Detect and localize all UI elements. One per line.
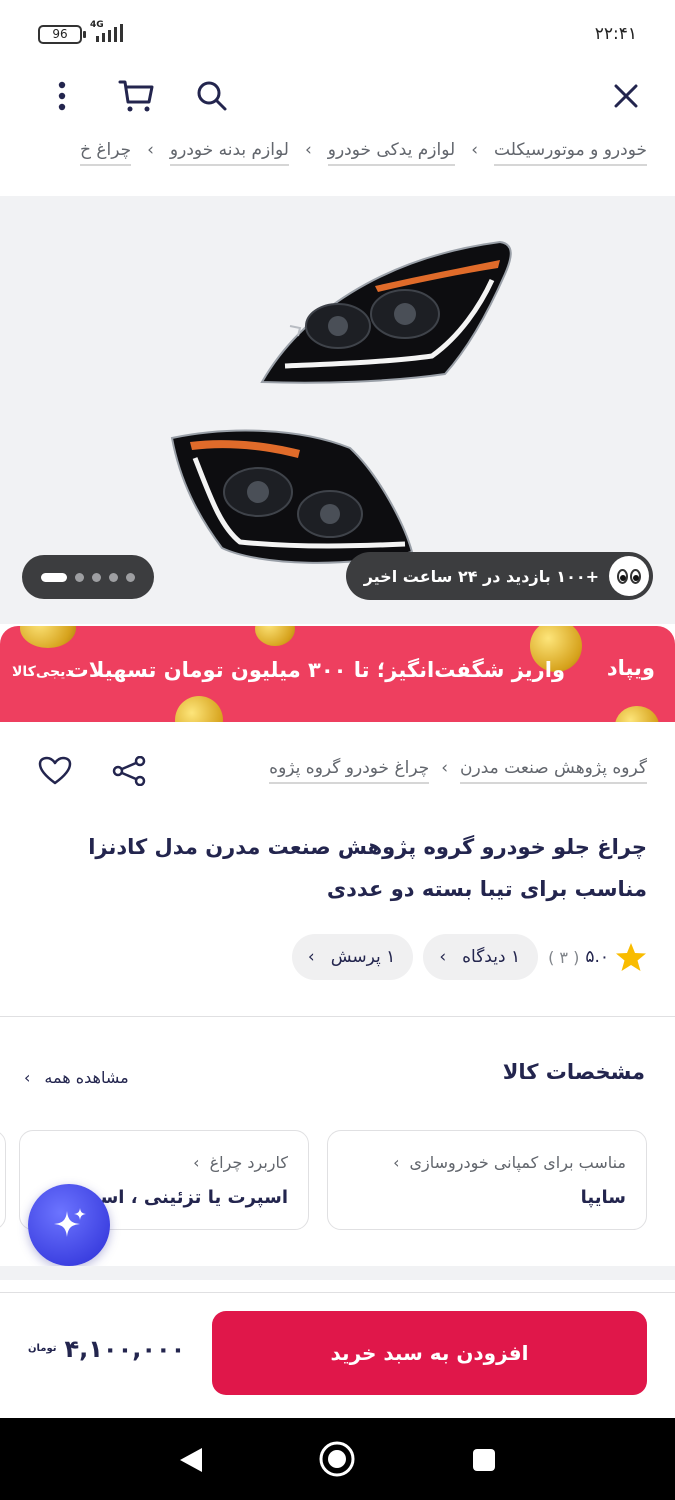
spec-card[interactable]: مناسب برای کمپانی خودروسازی › سایپا bbox=[327, 1130, 647, 1230]
see-all-label: مشاهده همه bbox=[44, 1068, 129, 1087]
chevron-left-icon: › bbox=[393, 1153, 400, 1172]
spec-value: سایپا bbox=[580, 1187, 626, 1208]
spec-value: اسپرت یا تزئینی ، اسپ bbox=[81, 1187, 288, 1208]
search-button[interactable] bbox=[190, 74, 234, 118]
sparkle-icon bbox=[54, 1208, 86, 1237]
reviews-chip[interactable]: ۱ دیدگاه › bbox=[423, 934, 539, 980]
more-vertical-icon bbox=[58, 81, 66, 111]
views-text: +۱۰۰ بازدید در ۲۴ ساعت اخیر bbox=[363, 566, 599, 586]
spec-label: مناسب برای کمپانی خودروسازی bbox=[409, 1153, 626, 1172]
digikala-logo: دیجی‌کالا bbox=[12, 664, 73, 680]
gallery-dot[interactable] bbox=[126, 572, 135, 582]
rating: ۵.۰ ( ۳ ) bbox=[548, 941, 647, 973]
chevron-left-icon: › bbox=[304, 140, 312, 160]
buy-bar: افزودن به سبد خرید تومان ۴,۱۰۰,۰۰۰ bbox=[0, 1292, 675, 1418]
signal-icon: 4G bbox=[90, 20, 132, 46]
reviews-chip-label: ۱ دیدگاه bbox=[462, 947, 521, 967]
top-toolbar bbox=[0, 66, 675, 126]
spec-label: کاربرد چراغ bbox=[209, 1153, 288, 1172]
chevron-left-icon: › bbox=[307, 947, 315, 967]
gallery-dot[interactable] bbox=[109, 572, 118, 582]
spec-card[interactable] bbox=[0, 1130, 6, 1230]
eyes-icon bbox=[609, 556, 649, 596]
home-icon bbox=[319, 1441, 355, 1477]
questions-chip-label: ۱ پرسش bbox=[330, 947, 396, 967]
cart-button[interactable] bbox=[114, 74, 158, 118]
close-button[interactable] bbox=[604, 74, 648, 118]
breadcrumb: خودرو و موتورسیکلت › لوازم یدکی خودرو › لواز… bbox=[0, 140, 675, 188]
rating-row: ۵.۰ ( ۳ ) ۱ دیدگاه › ۱ پرسش › bbox=[291, 934, 647, 980]
product-meta: گروه پژوهش صنعت مدرن › چراغ خودرو گروه پژو… bbox=[0, 748, 675, 798]
chevron-left-icon: › bbox=[441, 758, 449, 778]
back-icon bbox=[180, 1448, 202, 1472]
heart-icon bbox=[38, 756, 72, 785]
home-button[interactable] bbox=[318, 1440, 356, 1482]
cart-icon bbox=[118, 80, 154, 112]
favorite-button[interactable] bbox=[38, 756, 72, 790]
add-to-cart-button[interactable]: افزودن به سبد خرید bbox=[212, 1311, 647, 1395]
battery-icon: 96 bbox=[38, 25, 86, 44]
see-all-link[interactable]: مشاهده همه › bbox=[24, 1068, 129, 1087]
star-icon bbox=[616, 943, 646, 971]
product-title: چراغ جلو خودرو گروه پژوهش صنعت مدرن مدل … bbox=[88, 835, 647, 901]
search-icon bbox=[197, 81, 227, 111]
breadcrumb-item[interactable]: لوازم یدکی خودرو bbox=[327, 140, 456, 166]
wallet-brand: ویپاد bbox=[606, 656, 655, 680]
chevron-left-icon: › bbox=[471, 140, 478, 160]
product-gallery[interactable]: +۱۰۰ بازدید در ۲۴ ساعت اخیر bbox=[0, 196, 675, 624]
share-button[interactable] bbox=[112, 755, 146, 790]
chevron-left-icon: › bbox=[439, 947, 447, 967]
gallery-dot[interactable] bbox=[41, 572, 67, 582]
section-separator bbox=[0, 1266, 675, 1280]
breadcrumb-item[interactable]: چراغ خ bbox=[79, 140, 132, 166]
currency-label: تومان bbox=[28, 1343, 57, 1354]
close-icon bbox=[614, 84, 638, 108]
gallery-dot[interactable] bbox=[92, 572, 101, 582]
price-value: ۴,۱۰۰,۰۰۰ bbox=[64, 1335, 186, 1363]
questions-chip[interactable]: ۱ پرسش › bbox=[291, 934, 414, 980]
chevron-left-icon: › bbox=[193, 1153, 200, 1172]
divider bbox=[0, 1016, 675, 1017]
specs-header: مشخصات کالا مشاهده همه › bbox=[0, 1060, 675, 1100]
clock: ۲۲:۴۱ bbox=[594, 24, 637, 44]
breadcrumb-item[interactable]: خودرو و موتورسیکلت bbox=[494, 140, 647, 166]
views-badge: +۱۰۰ بازدید در ۲۴ ساعت اخیر bbox=[345, 552, 653, 600]
promo-banner[interactable]: ویپاد واریز شگفت‌انگیز؛ تا ۳۰۰ میلیون تو… bbox=[0, 626, 675, 722]
status-bar: ۲۲:۴۱ 96 4G bbox=[0, 0, 675, 66]
recents-icon bbox=[473, 1449, 495, 1471]
ai-assistant-button[interactable] bbox=[28, 1184, 110, 1266]
share-icon bbox=[112, 755, 146, 787]
rating-count: ( ۳ ) bbox=[548, 947, 580, 967]
banner-text: واریز شگفت‌انگیز؛ تا ۳۰۰ میلیون تومان تس… bbox=[67, 658, 565, 682]
back-button[interactable] bbox=[178, 1446, 204, 1478]
price: تومان ۴,۱۰۰,۰۰۰ bbox=[28, 1335, 185, 1363]
specs-title: مشخصات کالا bbox=[502, 1060, 645, 1084]
brand-link[interactable]: گروه پژوهش صنعت مدرن bbox=[460, 758, 647, 784]
more-button[interactable] bbox=[40, 74, 84, 118]
rating-value: ۵.۰ bbox=[585, 947, 609, 967]
gallery-pagination[interactable] bbox=[22, 555, 154, 599]
chevron-left-icon: › bbox=[24, 1068, 31, 1087]
system-nav-bar bbox=[0, 1418, 675, 1500]
category-link[interactable]: چراغ خودرو گروه پژوه bbox=[269, 758, 430, 784]
network-type: 4G bbox=[90, 20, 104, 30]
gallery-dot[interactable] bbox=[75, 572, 84, 582]
chevron-left-icon: › bbox=[147, 140, 154, 160]
recents-button[interactable] bbox=[472, 1448, 496, 1476]
breadcrumb-item[interactable]: لوازم بدنه خودرو bbox=[169, 140, 289, 166]
